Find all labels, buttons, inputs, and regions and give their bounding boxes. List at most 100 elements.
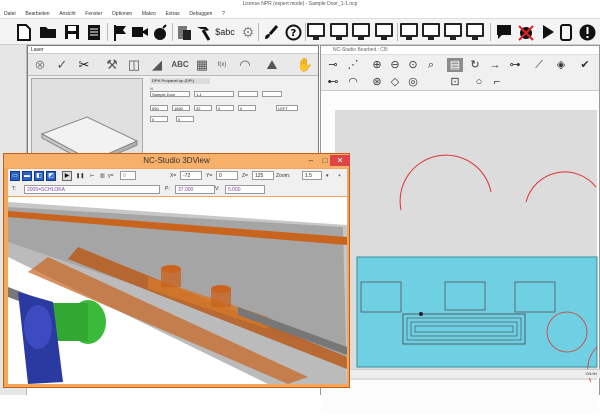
chat-icon[interactable] [494, 22, 514, 42]
abc-icon[interactable]: ABC [171, 56, 189, 74]
angle-field[interactable]: 0 [238, 105, 256, 111]
monitor-6-icon[interactable] [422, 23, 440, 40]
view-front-icon[interactable]: ▬ [22, 171, 32, 181]
option-select-1[interactable]: 0 [150, 116, 168, 122]
monitor-3-icon[interactable] [352, 23, 370, 40]
cube-icon[interactable]: ◈ [553, 58, 569, 72]
flag-icon[interactable] [110, 22, 130, 42]
polyline-tool-icon[interactable]: ⋰ [345, 58, 361, 72]
circle-move-icon[interactable]: ⊛ [369, 75, 385, 89]
play-icon[interactable] [538, 22, 558, 42]
circle-tool-icon[interactable]: ○ [471, 75, 487, 89]
menu-help[interactable]: ? [218, 9, 229, 19]
arrow-right-icon[interactable]: → [487, 58, 503, 72]
name-field[interactable]: Sample Door [150, 91, 190, 97]
hammer-icon[interactable] [194, 22, 214, 42]
diamond-icon[interactable]: ◇ [387, 75, 403, 89]
trim-icon[interactable]: ⟋ [531, 58, 547, 72]
x-input[interactable]: -72 [180, 171, 202, 180]
arc-icon[interactable]: ◠ [236, 56, 254, 74]
layer-icon[interactable]: ▤ [447, 58, 463, 72]
check-mark-icon[interactable]: ✔ [577, 58, 593, 72]
menu-optionen[interactable]: Optionen [108, 9, 136, 19]
view-iso-icon[interactable]: ◩ [46, 171, 56, 181]
window-icon[interactable] [556, 22, 576, 42]
mirror-icon[interactable]: ⊶ [507, 58, 523, 72]
document-icon[interactable] [84, 22, 104, 42]
shape-icon[interactable]: ◢ [148, 56, 166, 74]
gear-icon[interactable]: ⚙ [238, 22, 258, 42]
nc-canvas[interactable] [321, 92, 599, 414]
stop-icon[interactable] [577, 22, 597, 42]
hand-icon[interactable]: ✋ [296, 56, 314, 74]
program-icon[interactable] [174, 22, 194, 42]
y-input[interactable]: 0 [216, 171, 238, 180]
add-icon[interactable]: + [338, 171, 341, 181]
brush-icon[interactable] [261, 22, 281, 42]
monitor-4-icon[interactable] [375, 23, 393, 40]
grid-icon[interactable]: ▦ [193, 56, 211, 74]
menu-datei[interactable]: Datei [0, 9, 20, 19]
cancel-icon[interactable]: ⊗ [31, 56, 49, 74]
pause-icon[interactable]: ❚❚ [76, 171, 84, 181]
monitor-7-icon[interactable] [444, 23, 462, 40]
hammer-tool-icon[interactable]: ⚒ [103, 56, 121, 74]
monitor-1-icon[interactable] [307, 23, 325, 40]
monitor-2-icon[interactable] [330, 23, 348, 40]
grid-toggle-icon[interactable]: ▥ [100, 171, 105, 181]
width-field[interactable]: 050 [150, 105, 168, 111]
line-tool-icon[interactable]: ⊸ [325, 58, 341, 72]
z-input[interactable]: 125 [252, 171, 274, 180]
menu-bearbeiten[interactable]: Bearbeiten [21, 9, 53, 19]
new-file-icon[interactable] [14, 22, 34, 42]
bomb-icon[interactable] [150, 22, 170, 42]
help-icon[interactable]: ? [283, 22, 303, 42]
node-icon[interactable]: ⊷ [325, 75, 341, 89]
arc-tool-icon[interactable]: ◠ [345, 75, 361, 89]
menu-fenster[interactable]: Fenster [81, 9, 106, 19]
zoom-in-icon[interactable]: ⊕ [369, 58, 385, 72]
function-icon[interactable]: f(x) [213, 56, 231, 74]
menu-extras[interactable]: Extras [161, 9, 183, 19]
landscape-icon[interactable]: ⛰ [263, 56, 281, 74]
pocket-icon[interactable]: ⊡ [447, 75, 463, 89]
minimize-button[interactable]: – [304, 155, 318, 166]
bug-icon[interactable] [516, 22, 536, 42]
side-select[interactable]: LEFT [276, 105, 298, 111]
view-side-icon[interactable]: ◧ [34, 171, 44, 181]
scissors-icon[interactable]: ✂ [75, 56, 93, 74]
view-top-icon[interactable]: ▭ [10, 171, 20, 181]
save-icon[interactable] [62, 22, 82, 42]
field-4[interactable] [262, 91, 282, 97]
zoom-dropdown-icon[interactable]: ▾ [326, 171, 329, 181]
ring-icon[interactable]: ◎ [405, 75, 421, 89]
zoom-out-icon[interactable]: ⊖ [387, 58, 403, 72]
menu-ansicht[interactable]: Ansicht [55, 9, 79, 19]
text-tool-icon[interactable]: $abc [213, 22, 237, 42]
corner-icon[interactable]: ⌐ [489, 75, 505, 89]
zoom-input[interactable]: 1.5 [302, 171, 322, 180]
zoom-fit-icon[interactable]: ⊙ [405, 58, 421, 72]
close-button[interactable]: ✕ [330, 155, 350, 166]
zoom-window-icon[interactable]: ⌕ [423, 58, 439, 72]
menu-debuggen[interactable]: Debuggen [185, 9, 216, 19]
id-field[interactable]: 1-1 [194, 91, 234, 97]
thickness-field[interactable]: 32 [194, 105, 212, 111]
camera-icon[interactable] [130, 22, 150, 42]
play-simulation-icon[interactable]: ▶ [62, 171, 72, 181]
monitor-8-icon[interactable] [466, 23, 484, 40]
offset-field[interactable]: 0 [216, 105, 234, 111]
step-icon[interactable]: ⊢ [90, 171, 94, 181]
open-folder-icon[interactable] [38, 22, 58, 42]
nc-toolbar: ⊸ ⋰ ⊕ ⊖ ⊙ ⌕ ▤ ↻ → ⊶ ⟋ ◈ ✔ ⊷ ◠ ⊛ ◇ ◎ ⊡ ○ … [321, 55, 599, 91]
option-select-2[interactable]: 0 [176, 116, 194, 122]
monitor-5-icon[interactable] [400, 23, 418, 40]
check-icon[interactable]: ✓ [53, 56, 71, 74]
tilt-input[interactable]: 0 [120, 171, 136, 180]
rotate-icon[interactable]: ↻ [467, 58, 483, 72]
length-field[interactable]: 1650 [172, 105, 190, 111]
view3d-canvas[interactable] [8, 197, 347, 384]
menu-makro[interactable]: Makro [138, 9, 160, 19]
fill-icon[interactable]: ◫ [125, 56, 143, 74]
field-3[interactable] [238, 91, 258, 97]
